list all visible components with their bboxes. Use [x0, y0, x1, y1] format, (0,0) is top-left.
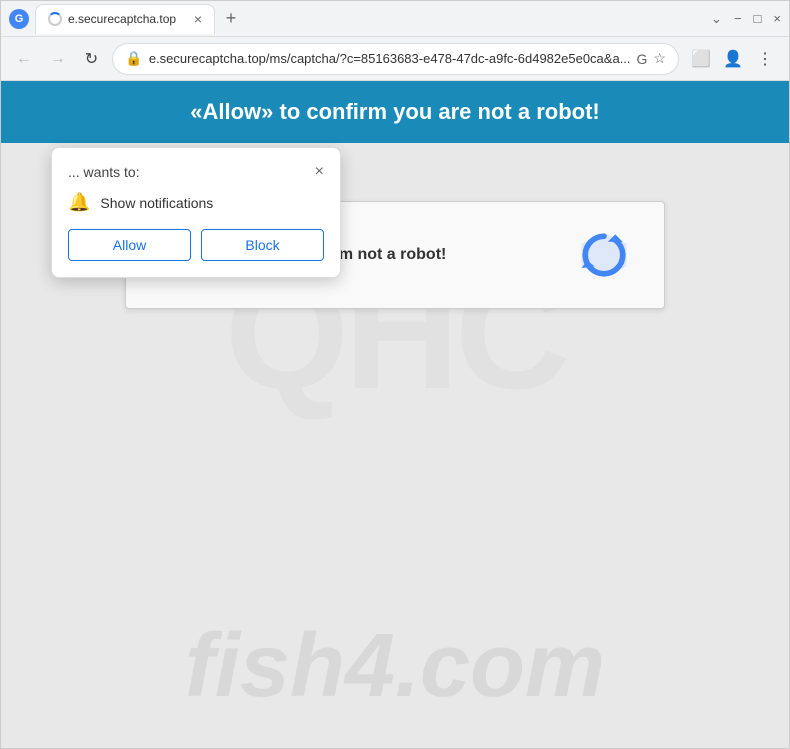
browser-window: G e.securecaptcha.top × + ⌄ − □ × ← → ↻ … [0, 0, 790, 749]
popup-title: ... wants to: [68, 164, 140, 180]
lock-icon: 🔒 [125, 50, 142, 67]
recaptcha-logo [574, 225, 634, 285]
window-controls: ⌄ − □ × [711, 11, 781, 27]
tab-loading-icon [48, 12, 62, 26]
notification-text: Show notifications [100, 195, 213, 211]
google-logo: G [9, 9, 29, 29]
close-button[interactable]: × [773, 11, 781, 26]
refresh-button[interactable]: ↻ [79, 45, 105, 73]
profile-button[interactable]: 👤 [719, 45, 747, 73]
toolbar-icons: ⬜ 👤 ⋮ [687, 45, 779, 73]
popup-buttons: Allow Block [68, 229, 324, 261]
captcha-label: I'm not a robot! [331, 246, 447, 264]
extensions-button[interactable]: ⬜ [687, 45, 715, 73]
captcha-banner: «Allow» to confirm you are not a robot! [1, 81, 789, 143]
back-button[interactable]: ← [11, 45, 37, 73]
google-search-icon[interactable]: G [637, 51, 648, 67]
notification-popup: ... wants to: × 🔔 Show notifications All… [51, 147, 341, 278]
popup-close-button[interactable]: × [315, 164, 324, 180]
chevron-down-icon[interactable]: ⌄ [711, 11, 722, 27]
fish4-watermark: fish4.com [185, 615, 605, 718]
bookmark-icon[interactable]: ☆ [653, 50, 666, 67]
new-tab-button[interactable]: + [217, 5, 245, 33]
minimize-button[interactable]: − [734, 11, 742, 26]
maximize-button[interactable]: □ [754, 11, 762, 26]
tab-close-button[interactable]: × [194, 11, 202, 27]
address-box[interactable]: 🔒 e.securecaptcha.top/ms/captcha/?c=8516… [112, 43, 679, 75]
tab-group: e.securecaptcha.top × + [35, 4, 705, 34]
address-bar: ← → ↻ 🔒 e.securecaptcha.top/ms/captcha/?… [1, 37, 789, 81]
notification-row: 🔔 Show notifications [68, 192, 324, 213]
popup-header: ... wants to: × [68, 164, 324, 180]
title-bar: G e.securecaptcha.top × + ⌄ − □ × [1, 1, 789, 37]
page-content: «Allow» to confirm you are not a robot! … [1, 81, 789, 748]
recaptcha-icon [574, 225, 634, 285]
menu-button[interactable]: ⋮ [751, 45, 779, 73]
address-right-icons: G ☆ [637, 50, 666, 67]
url-text: e.securecaptcha.top/ms/captcha/?c=851636… [149, 51, 631, 66]
bell-icon: 🔔 [68, 192, 90, 213]
allow-button[interactable]: Allow [68, 229, 191, 261]
forward-button[interactable]: → [45, 45, 71, 73]
block-button[interactable]: Block [201, 229, 324, 261]
banner-text: «Allow» to confirm you are not a robot! [190, 99, 599, 125]
active-tab[interactable]: e.securecaptcha.top × [35, 4, 215, 34]
tab-title: e.securecaptcha.top [68, 12, 176, 26]
